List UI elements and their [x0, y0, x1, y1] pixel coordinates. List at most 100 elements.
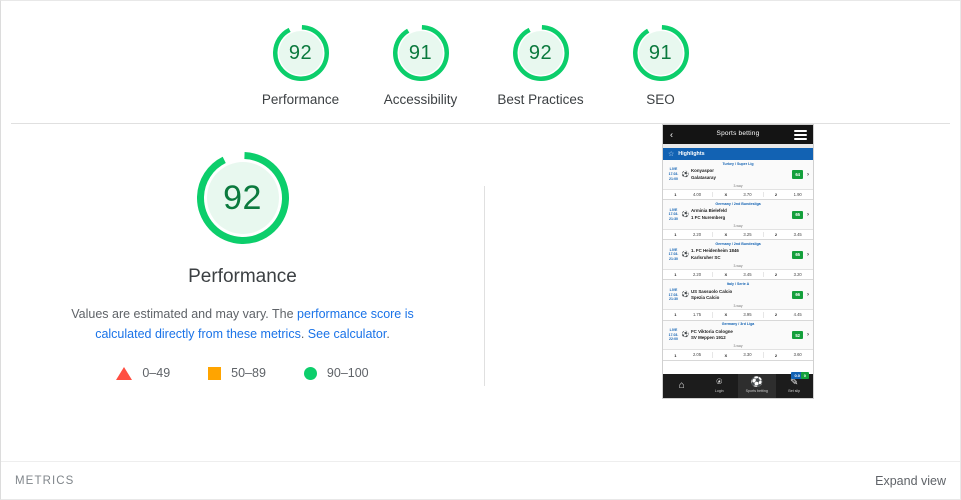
match-summary[interactable]: LIVE 17.03. 21:30 ⚽ US Sassuolo Calcio Spezia… — [663, 286, 813, 305]
odds-row: 1 2.20 X 3.45 2 3.20 — [663, 270, 813, 280]
match-summary[interactable]: LIVE 17.03. 21:30 ⚽ Arminia Bielefeld 1 FC Nu… — [663, 206, 813, 224]
match-teams: Arminia Bielefeld 1 FC Nuremberg — [690, 208, 792, 221]
square-icon — [208, 366, 222, 380]
odd-cell[interactable]: 2 3.60 — [764, 352, 813, 357]
legend-label: 90–100 — [326, 366, 369, 380]
odd-cell[interactable]: 2 3.45 — [764, 232, 813, 237]
odd-value: 3.30 — [743, 352, 752, 358]
team-away: Spezia Calcio — [691, 294, 720, 300]
metrics-heading: METRICS — [15, 474, 75, 487]
football-icon: ⚽ — [681, 251, 690, 258]
odd-cell[interactable]: 2 1.90 — [764, 192, 813, 197]
odd-cell[interactable]: 2 3.20 — [764, 272, 813, 277]
legend-item-1: 50–89 — [208, 366, 266, 380]
score-legend: 0–49 50–89 90–100 — [116, 366, 369, 380]
market-count-badge[interactable]: 65 — [792, 250, 803, 259]
odd-value: 4.45 — [793, 312, 802, 318]
score-item-best-practices[interactable]: 92 Best Practices — [481, 25, 601, 107]
odd-value: 2.05 — [692, 352, 702, 358]
match-time-block: LIVE 17.03. 21:30 — [666, 208, 681, 222]
odd-cell[interactable]: X 3.45 — [713, 272, 764, 278]
nav-item-sports-betting[interactable]: ⚽ Sports betting — [738, 374, 776, 398]
chevron-right-icon[interactable]: › — [807, 212, 809, 218]
odd-key: 2 — [774, 192, 778, 198]
match-time-block: LIVE 17.03. 21:00 — [666, 167, 681, 181]
chevron-right-icon[interactable]: › — [807, 252, 809, 258]
odd-cell[interactable]: 2 4.45 — [764, 312, 813, 317]
performance-detail-panel: 92 Performance Values are estimated and … — [1, 124, 484, 464]
market-count-badge[interactable]: 66 — [792, 290, 803, 300]
score-label: Performance — [261, 92, 340, 107]
score-gauge: 91 — [392, 25, 449, 81]
score-item-seo[interactable]: 91 SEO — [601, 25, 721, 107]
odd-value: 3.70 — [743, 191, 752, 197]
match-time-block: LIVE 17.03. 21:30 — [666, 248, 681, 262]
match-summary[interactable]: LIVE 17.03. 21:00 ⚽ Konyaspor Galatasaray 64 › — [663, 166, 813, 184]
odd-value: 2.20 — [692, 232, 702, 238]
odd-cell[interactable]: X 3.30 — [713, 352, 764, 358]
odd-key: 2 — [774, 312, 778, 318]
odd-cell[interactable]: 1 2.05 — [663, 352, 714, 358]
market-count-badge[interactable]: 52 — [792, 331, 803, 340]
market-count-badge[interactable]: 64 — [792, 170, 803, 179]
match-summary[interactable]: LIVE 17.03. 21:30 ⚽ 1. FC Heidenheim 1846 Kar… — [663, 246, 813, 264]
match-time: 21:30 — [669, 257, 678, 262]
football-icon: ⚽ — [681, 291, 690, 298]
match-row[interactable]: Italy / Serie A LIVE 17.03. 21:30 ⚽ US Sassuo… — [663, 280, 813, 321]
score-item-accessibility[interactable]: 91 Accessibility — [361, 25, 481, 107]
odd-cell[interactable]: 1 4.00 — [663, 191, 714, 198]
odd-cell[interactable]: 1 1.75 — [663, 312, 714, 318]
score-item-performance[interactable]: 92 Performance — [241, 25, 361, 107]
odd-key: X — [724, 352, 728, 358]
see-calculator-link[interactable]: See calculator — [308, 327, 387, 341]
triangle-icon — [116, 366, 133, 380]
match-row[interactable]: Turkey / Super Lig LIVE 17.03. 21:00 ⚽ Konyas… — [663, 160, 813, 201]
bet-slip-icon: ✎ — [790, 377, 799, 389]
nav-item-bet-slip[interactable]: 0.0 0 ✎ Bet slip — [776, 372, 814, 398]
nav-item-login[interactable]: ⍟ Login — [701, 374, 739, 398]
chevron-right-icon[interactable]: › — [807, 332, 809, 338]
market-count-badge[interactable]: 65 — [792, 210, 803, 219]
expand-view-toggle[interactable]: Expand view — [875, 474, 946, 488]
odd-cell[interactable]: X 3.95 — [713, 312, 764, 318]
odd-value: 3.25 — [743, 232, 752, 238]
score-gauge: 92 — [272, 25, 329, 81]
back-chevron-icon[interactable]: ‹ — [670, 130, 673, 139]
odd-value: 2.20 — [692, 272, 702, 278]
hamburger-menu-icon[interactable] — [794, 128, 807, 142]
match-row[interactable]: Germany / 2nd Bundesliga LIVE 17.03. 21:30 ⚽… — [663, 200, 813, 241]
match-teams: US Sassuolo Calcio Spezia Calcio — [690, 289, 792, 302]
odd-cell[interactable]: 1 2.20 — [663, 272, 714, 278]
phone-header-title: Sports betting — [716, 130, 760, 138]
highlights-label: Highlights — [678, 150, 705, 157]
match-row[interactable]: Germany / 3rd Liga LIVE 17.03. 22:00 ⚽ FC Vik… — [663, 320, 813, 361]
odd-cell[interactable]: X 3.25 — [713, 232, 764, 238]
team-away: Galatasaray — [691, 174, 716, 180]
score-label: Best Practices — [497, 92, 584, 107]
team-away: 1 FC Nuremberg — [691, 214, 726, 220]
odd-key: 1 — [674, 232, 677, 238]
score-value: 92 — [288, 42, 313, 64]
odd-key: X — [724, 272, 728, 278]
match-row[interactable]: Germany / 2nd Bundesliga LIVE 17.03. 21:30 ⚽… — [663, 240, 813, 281]
highlights-bar[interactable]: ☆ Highlights — [663, 148, 813, 160]
main-score-gauge: 92 — [196, 152, 289, 244]
lighthouse-report: 92 Performance 91 Accessibility 92 Best Pract… — [0, 0, 961, 500]
odd-cell[interactable]: X 3.70 — [713, 191, 764, 198]
odds-row: 1 2.20 X 3.25 2 3.45 — [663, 230, 813, 240]
nav-item-home[interactable]: ⌂ — [663, 374, 701, 398]
match-summary[interactable]: LIVE 17.03. 22:00 ⚽ FC Viktoria Cologne SV Me… — [663, 327, 813, 345]
odd-value: 3.45 — [743, 272, 752, 278]
nav-label: Login — [714, 389, 724, 394]
match-time: 21:30 — [669, 297, 678, 302]
final-screenshot: ‹ Sports betting ☆ Highlights Turkey / S… — [662, 124, 814, 399]
odd-key: X — [724, 312, 728, 318]
nav-label: Bet slip — [788, 389, 801, 394]
legend-item-2: 90–100 — [303, 366, 369, 380]
odd-value: 3.95 — [743, 312, 752, 318]
odd-cell[interactable]: 1 2.20 — [663, 232, 714, 238]
chevron-right-icon[interactable]: › — [807, 292, 809, 298]
football-icon: ⚽ — [681, 211, 690, 218]
odd-value: 1.75 — [692, 312, 702, 318]
chevron-right-icon[interactable]: › — [807, 172, 809, 178]
